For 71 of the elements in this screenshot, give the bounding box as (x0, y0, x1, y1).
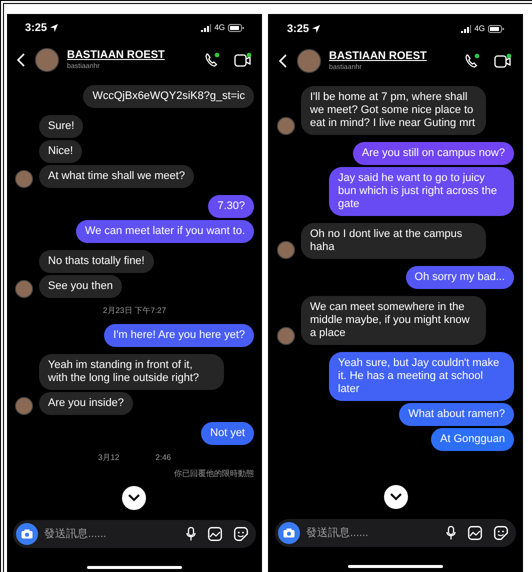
timestamp: 3月12 (98, 452, 120, 464)
back-icon (279, 54, 287, 68)
message-bubble: Yeah sure, but Jay couldn't make it. He has a meeting at school later (329, 352, 514, 401)
timestamp: 2月23日 下午7:27 (102, 305, 166, 317)
message-bubble: No thats totally fine! (39, 250, 154, 273)
network-label: 4G (214, 22, 225, 34)
chevron-down-icon (128, 494, 140, 502)
story-reply-notice: 你已回覆他的限時動態 (174, 468, 254, 480)
avatar (277, 241, 295, 259)
location-arrow-icon (312, 25, 320, 33)
timestamp: 2:46 (155, 452, 171, 464)
message-bubble: I'm here! Are you here yet? (104, 324, 254, 347)
avatar (277, 327, 295, 345)
message-bubble: Oh no I dont live at the campus haha (301, 223, 486, 259)
network-label: 4G (474, 23, 485, 35)
image-icon (468, 526, 482, 540)
message-field[interactable]: 發送訊息...... (13, 520, 256, 548)
camera-button[interactable] (16, 523, 38, 545)
avatar (15, 397, 33, 415)
avatar (277, 117, 295, 135)
avatar (15, 280, 33, 298)
video-call-icon (234, 52, 252, 68)
message-bubble: Are you inside? (39, 392, 133, 415)
message-bubble: We can meet somewhere in the middle maybe, if you might know a place (301, 296, 486, 345)
message-field[interactable]: 發送訊息...... (275, 519, 516, 547)
image-icon (208, 527, 222, 541)
location-arrow-icon (50, 24, 58, 32)
battery-icon (228, 24, 244, 32)
message-bubble: At Gongguan (431, 428, 514, 451)
message-input[interactable]: 發送訊息...... (44, 526, 180, 542)
message-bubble: 7.30? (208, 195, 254, 218)
camera-button[interactable] (278, 522, 300, 544)
message-bubble: At what time shall we meet? (39, 165, 194, 188)
status-time: 3:25 (287, 22, 310, 37)
video-call-icon (494, 53, 512, 69)
message-bubble: Jay said he want to go to juicy bun which is just right across the gate (329, 167, 514, 216)
link-message[interactable]: WccQjBx6eWQY2siK8?g_st=ic (83, 85, 254, 108)
signal-icon (461, 25, 472, 33)
avatar (297, 49, 321, 73)
sticker-icon (494, 526, 508, 540)
phone-call-icon (464, 53, 480, 69)
back-button[interactable] (279, 53, 289, 69)
contact-name[interactable]: BASTIAAN ROEST (329, 51, 452, 62)
message-bubble: Oh sorry my bad... (406, 266, 514, 289)
camera-icon (283, 528, 295, 538)
chevron-down-icon (390, 493, 402, 501)
message-bubble: We can meet later if you want to. (76, 220, 254, 243)
battery-icon (488, 25, 504, 33)
camera-icon (21, 529, 33, 539)
signal-icon (201, 24, 212, 32)
back-button[interactable] (17, 52, 27, 68)
message-bubble: What about ramen? (399, 403, 514, 426)
microphone-icon (186, 527, 196, 541)
message-bubble: See you then (39, 275, 122, 298)
avatar (35, 48, 59, 72)
message-bubble: I'll be home at 7 pm, where shall we meet? Got some nice place to eat in mind? I live near Guting mrt (301, 86, 486, 135)
message-bubble: Sure! (39, 115, 84, 138)
microphone-icon (446, 526, 456, 540)
contact-name[interactable]: BASTIAAN ROEST (67, 50, 192, 61)
status-time: 3:25 (25, 20, 48, 36)
scroll-down-button[interactable] (122, 486, 146, 510)
scroll-down-button[interactable] (384, 485, 408, 509)
message-bubble: Yeah im standing in front of it, with the long line outside right? (39, 354, 224, 390)
phone-call-icon (204, 52, 220, 68)
message-bubble: Are you still on campus now? (352, 142, 514, 165)
avatar (15, 170, 33, 188)
sticker-icon (234, 527, 248, 541)
message-bubble: Not yet (201, 422, 254, 445)
message-bubble: Nice! (39, 140, 82, 163)
message-input[interactable]: 發送訊息...... (306, 524, 440, 542)
back-icon (17, 53, 25, 67)
